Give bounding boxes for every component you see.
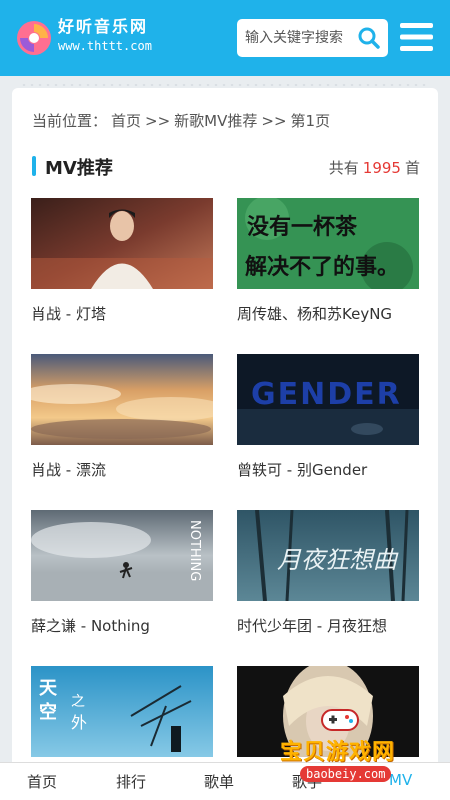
watermark-url: baobeiy.com <box>300 766 392 782</box>
mv-thumb-text: GENDER <box>251 377 402 412</box>
menu-icon[interactable] <box>400 22 433 52</box>
total-count-label: 共有 1995 首 <box>329 157 420 178</box>
nav-item-ranking[interactable]: 排行 <box>116 771 146 792</box>
mv-title[interactable]: 周传雄、杨和苏KeyNG <box>237 303 427 324</box>
mv-item[interactable]: NOTHING 薛之谦 - Nothing <box>31 510 213 660</box>
mv-item[interactable]: 肖战 - 漂流 <box>31 354 213 504</box>
content-card: 当前位置： 首页 >> 新歌MV推荐 >> 第1页 MV推荐 共有 1995 首 肖战 - 灯… <box>12 88 438 800</box>
mv-thumbnail[interactable]: 天 空 之 外 <box>31 666 213 757</box>
app-header: 好听音乐网 www.thttt.com <box>0 0 450 76</box>
site-url: www.thttt.com <box>58 39 152 53</box>
mv-item[interactable]: GENDER 曾轶可 - 别Gender <box>237 354 419 504</box>
total-count: 1995 <box>362 159 401 177</box>
breadcrumb-mv-list[interactable]: 新歌MV推荐 <box>174 112 257 130</box>
total-prefix: 共有 <box>328 159 359 177</box>
total-suffix: 首 <box>404 159 420 177</box>
mv-thumb-text: 之 <box>71 694 85 710</box>
mv-thumb-text: 外 <box>71 713 87 732</box>
breadcrumb-separator: >> <box>145 112 171 130</box>
mv-thumb-text: 空 <box>39 701 57 723</box>
breadcrumb-current-page: 第1页 <box>290 112 331 130</box>
site-name: 好听音乐网 <box>58 17 149 36</box>
site-branding[interactable]: 好听音乐网 www.thttt.com <box>58 18 152 54</box>
mv-title[interactable]: 肖战 - 灯塔 <box>31 303 221 324</box>
mv-item[interactable]: 肖战 - 灯塔 <box>31 198 213 348</box>
mv-thumbnail[interactable] <box>31 354 213 445</box>
mv-thumbnail[interactable]: 月夜狂想曲 <box>237 510 419 601</box>
breadcrumb-home[interactable]: 首页 <box>111 112 141 130</box>
section-accent-bar <box>32 156 36 176</box>
mv-title[interactable]: 薛之谦 - Nothing <box>31 615 221 636</box>
mv-thumb-text: 没有一杯茶 <box>247 214 358 240</box>
mv-thumb-text: NOTHING <box>187 520 202 581</box>
mv-item[interactable]: 月夜狂想曲 时代少年团 - 月夜狂想 <box>237 510 419 660</box>
mv-title[interactable]: 肖战 - 漂流 <box>31 459 221 480</box>
breadcrumb-separator: >> <box>261 112 287 130</box>
watermark-overlay: 宝贝游戏网 baobeiy.com <box>270 700 430 790</box>
mv-thumb-text: 天 <box>39 678 58 699</box>
search-box <box>237 19 388 57</box>
section-title: MV推荐 <box>45 158 113 179</box>
mv-title[interactable]: 曾轶可 - 别Gender <box>237 459 427 480</box>
search-icon[interactable] <box>357 26 381 50</box>
watermark-text: 宝贝游戏网 <box>280 740 396 765</box>
mv-thumbnail[interactable]: GENDER <box>237 354 419 445</box>
breadcrumb: 当前位置： 首页 >> 新歌MV推荐 >> 第1页 <box>32 110 334 131</box>
nav-item-playlists[interactable]: 歌单 <box>204 771 234 792</box>
site-logo-icon[interactable] <box>14 18 54 58</box>
mv-thumb-text: 月夜狂想曲 <box>277 546 399 574</box>
mv-thumbnail[interactable] <box>31 198 213 289</box>
mv-title[interactable]: 时代少年团 - 月夜狂想 <box>237 615 427 636</box>
breadcrumb-prefix: 当前位置： <box>32 112 108 130</box>
search-input[interactable] <box>245 28 355 48</box>
mv-item[interactable]: 没有一杯茶 解决不了的事。 周传雄、杨和苏KeyNG <box>237 198 419 348</box>
mv-thumb-text: 解决不了的事。 <box>245 254 399 280</box>
mv-thumbnail[interactable]: NOTHING <box>31 510 213 601</box>
gamepad-icon <box>321 709 359 731</box>
nav-item-home[interactable]: 首页 <box>27 771 57 792</box>
mv-thumbnail[interactable]: 没有一杯茶 解决不了的事。 <box>237 198 419 289</box>
